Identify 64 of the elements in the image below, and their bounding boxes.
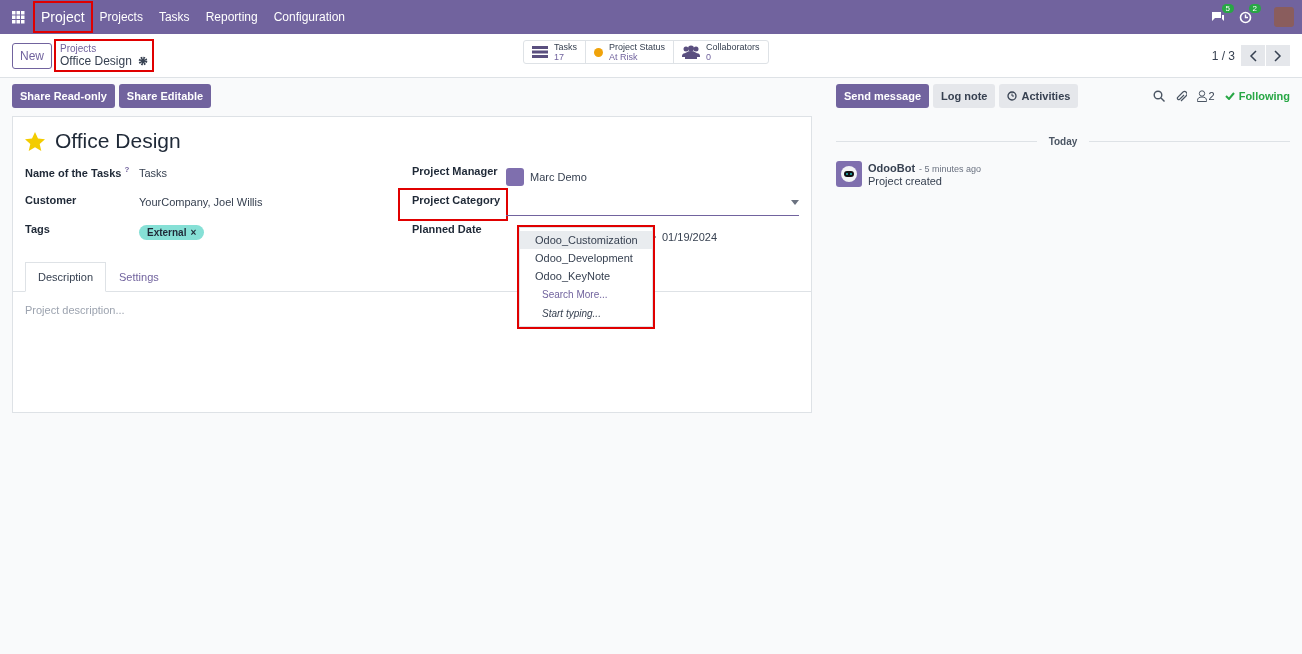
date-separator: Today [1048, 136, 1078, 147]
chatter-button[interactable]: Activities [999, 84, 1079, 108]
breadcrumb-link[interactable]: Projects [60, 43, 148, 54]
stat-button[interactable]: Collaborators 0 [674, 41, 768, 63]
share-button[interactable]: Share Editable [118, 84, 212, 108]
chat-icon[interactable] [1211, 11, 1225, 23]
clock-icon[interactable] [1239, 10, 1252, 24]
message-time: - 5 minutes ago [919, 164, 982, 174]
date-field[interactable]: 01/19/2024 [662, 230, 718, 243]
chatter-button[interactable]: Send message [836, 84, 930, 108]
message-body: Project created [868, 175, 943, 187]
previous-button[interactable] [1241, 45, 1265, 66]
field-value[interactable]: Tasks [139, 167, 168, 179]
menu-item[interactable]: Configuration [266, 10, 353, 24]
check-icon [1224, 92, 1235, 100]
field-value[interactable]: Marc Demo [530, 170, 587, 183]
chatter-button[interactable]: Log note [933, 84, 996, 108]
people-icon [682, 45, 701, 59]
new-button[interactable]: New [12, 42, 52, 69]
field-value[interactable]: YourCompany, Joel Willis [139, 196, 263, 208]
chevron-left-icon [1249, 49, 1257, 62]
activity-count: 2 [1248, 3, 1261, 13]
search-more-link[interactable]: Search More... [520, 285, 652, 304]
record-title: Office Design [55, 129, 181, 153]
menu-item[interactable]: Projects [92, 10, 150, 24]
clock-icon [1007, 91, 1018, 101]
dropdown-option[interactable]: Odoo_Customization [520, 231, 652, 249]
form-tab[interactable]: Description [25, 262, 107, 292]
search-icon[interactable] [1152, 90, 1165, 102]
star-icon[interactable] [25, 131, 45, 151]
pager-counter[interactable]: 1 / 3 [1211, 48, 1235, 63]
field-label: Project Category [400, 190, 506, 219]
user-avatar [506, 167, 524, 186]
person-icon [1196, 90, 1207, 102]
field-label: Customer [25, 194, 77, 206]
menu-item[interactable]: Tasks [151, 10, 197, 24]
menu-item[interactable]: Reporting [198, 10, 265, 24]
dropdown-hint: Start typing... [541, 307, 602, 321]
stat-button[interactable]: Tasks 17 [524, 41, 586, 63]
caret-icon [791, 200, 799, 205]
gear-icon[interactable] [137, 56, 148, 66]
tasks-icon [532, 46, 548, 58]
field-label: Name of the Tasks [25, 166, 122, 179]
field-label: Tags [25, 223, 50, 235]
dropdown-option[interactable]: Odoo_KeyNote [520, 267, 652, 285]
paperclip-icon[interactable] [1174, 89, 1187, 103]
chevron-right-icon [1274, 49, 1282, 62]
followers-button[interactable]: 2 [1196, 90, 1215, 102]
message-count: 5 [1221, 4, 1234, 13]
breadcrumb-current: Office Design [60, 54, 132, 68]
field-label: Planned Date [412, 222, 483, 237]
next-button[interactable] [1266, 45, 1290, 66]
dropdown-option[interactable]: Odoo_Development [520, 249, 652, 267]
tag-label: External [147, 227, 187, 238]
message-author[interactable]: OdooBot [868, 162, 916, 174]
apps-grid-icon[interactable] [12, 10, 25, 24]
form-tab[interactable]: Settings [106, 262, 172, 292]
help-tooltip[interactable]: ? [124, 165, 130, 174]
app-name[interactable]: Project [35, 3, 91, 31]
stat-button[interactable]: Project Status At Risk [586, 41, 675, 63]
tag-remove[interactable]: × [190, 227, 197, 238]
field-label: Project Manager [412, 164, 499, 179]
bot-avatar [836, 161, 862, 187]
share-button[interactable]: Share Read-only [12, 84, 115, 108]
